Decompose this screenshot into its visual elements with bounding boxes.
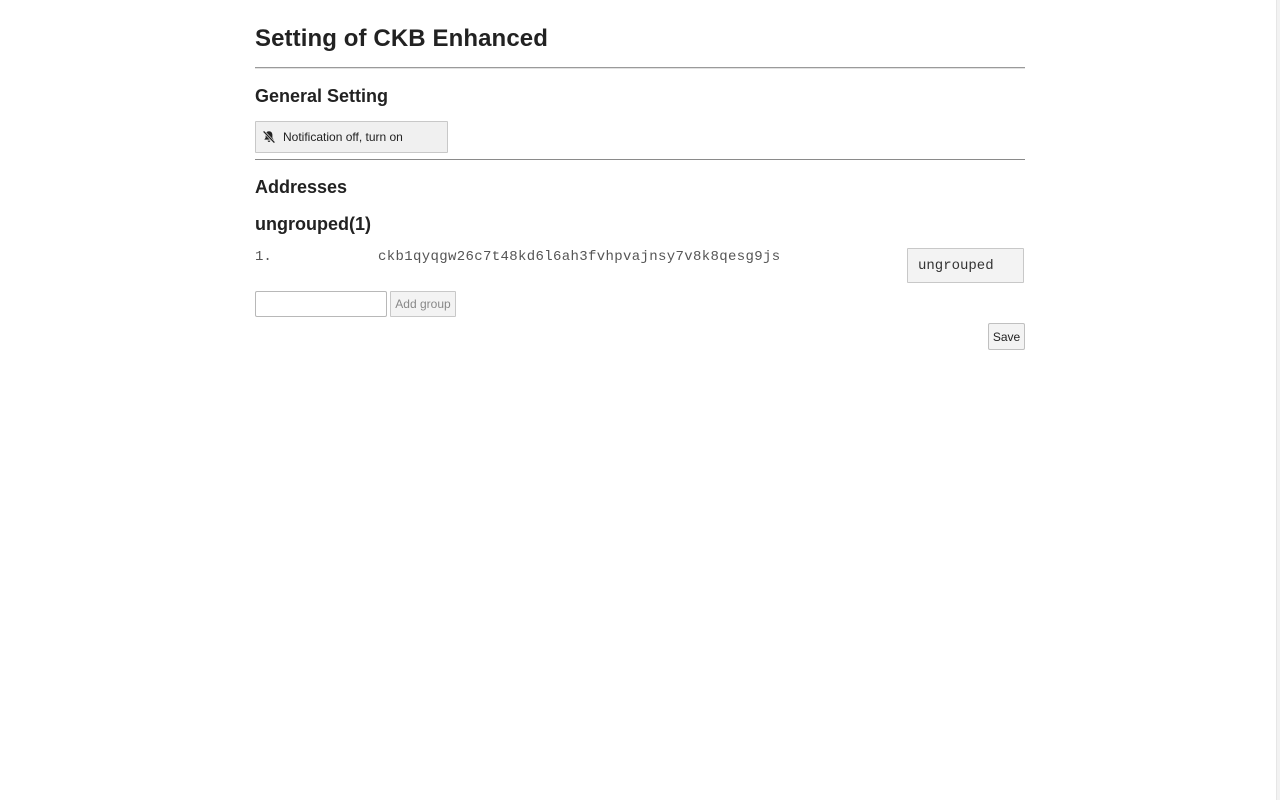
notification-toggle-label: Notification off, turn on bbox=[283, 130, 403, 144]
title-divider bbox=[255, 67, 1025, 69]
section-divider bbox=[255, 159, 1025, 160]
group-heading-ungrouped: ungrouped(1) bbox=[255, 214, 371, 234]
address-list-item: 1. ckb1qyqgw26c7t48kd6l6ah3fvhpvajnsy7v8… bbox=[255, 248, 1025, 284]
bell-off-icon bbox=[262, 130, 276, 144]
add-group-button[interactable]: Add group bbox=[390, 291, 456, 317]
address-group-select[interactable]: ungrouped bbox=[907, 248, 1024, 283]
page-title: Setting of CKB Enhanced bbox=[255, 25, 548, 52]
save-button[interactable]: Save bbox=[988, 323, 1025, 350]
new-group-input[interactable] bbox=[255, 291, 387, 317]
address-value: ckb1qyqgw26c7t48kd6l6ah3fvhpvajnsy7v8k8q… bbox=[378, 249, 781, 265]
addresses-heading: Addresses bbox=[255, 177, 348, 197]
general-setting-heading: General Setting bbox=[255, 86, 389, 106]
address-group-selected-value: ungrouped bbox=[918, 257, 994, 274]
notification-toggle-button[interactable]: Notification off, turn on bbox=[255, 121, 448, 153]
scrollbar[interactable] bbox=[1276, 0, 1280, 800]
address-index: 1. bbox=[255, 249, 272, 265]
